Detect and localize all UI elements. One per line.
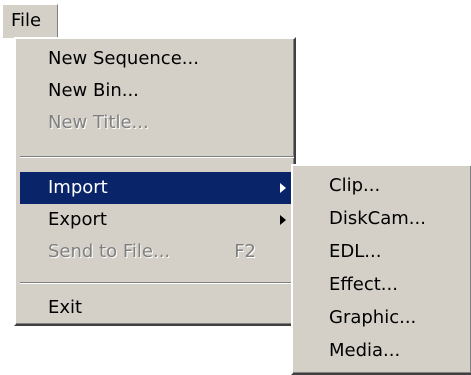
submenu-item-effect[interactable]: Effect... — [297, 269, 469, 301]
menu-item-label: New Bin... — [48, 80, 139, 101]
menu-item-label: EDL... — [329, 241, 382, 262]
import-submenu: Clip... DiskCam... EDL... Effect... Grap… — [291, 164, 471, 375]
menu-file[interactable]: File — [2, 4, 58, 38]
menu-item-new-sequence[interactable]: New Sequence... — [20, 43, 294, 75]
menu-item-import[interactable]: Import — [20, 172, 294, 204]
menu-item-send-to-file: Send to File... F2 — [20, 236, 294, 268]
menu-file-label: File — [11, 10, 42, 31]
menu-item-new-title: New Title... — [20, 107, 294, 139]
menu-item-label: Exit — [48, 297, 83, 318]
menu-item-label: New Sequence... — [48, 48, 199, 69]
submenu-arrow-icon — [280, 183, 286, 193]
submenu-item-clip[interactable]: Clip... — [297, 170, 469, 202]
menu-item-label: Media... — [329, 340, 401, 361]
menu-item-label: Import — [48, 177, 108, 198]
menu-item-new-bin[interactable]: New Bin... — [20, 75, 294, 107]
menu-item-exit[interactable]: Exit — [20, 292, 294, 324]
menu-item-label: Effect... — [329, 274, 398, 295]
menu-item-label: Graphic... — [329, 307, 417, 328]
menu-item-label: Send to File... — [48, 241, 171, 262]
menu-item-export[interactable]: Export — [20, 204, 294, 236]
menu-item-label: Clip... — [329, 175, 381, 196]
menu-item-shortcut: F2 — [234, 241, 256, 262]
menu-item-label: New Title... — [48, 112, 149, 133]
menu-separator — [20, 282, 294, 284]
submenu-item-diskcam[interactable]: DiskCam... — [297, 203, 469, 235]
menu-item-label: DiskCam... — [329, 208, 426, 229]
file-menu: New Sequence... New Bin... New Title... … — [14, 37, 296, 326]
submenu-arrow-icon — [280, 215, 286, 225]
menu-item-label: Export — [48, 209, 107, 230]
submenu-item-graphic[interactable]: Graphic... — [297, 302, 469, 334]
submenu-item-media[interactable]: Media... — [297, 335, 469, 367]
menu-separator — [20, 156, 294, 158]
submenu-item-edl[interactable]: EDL... — [297, 236, 469, 268]
